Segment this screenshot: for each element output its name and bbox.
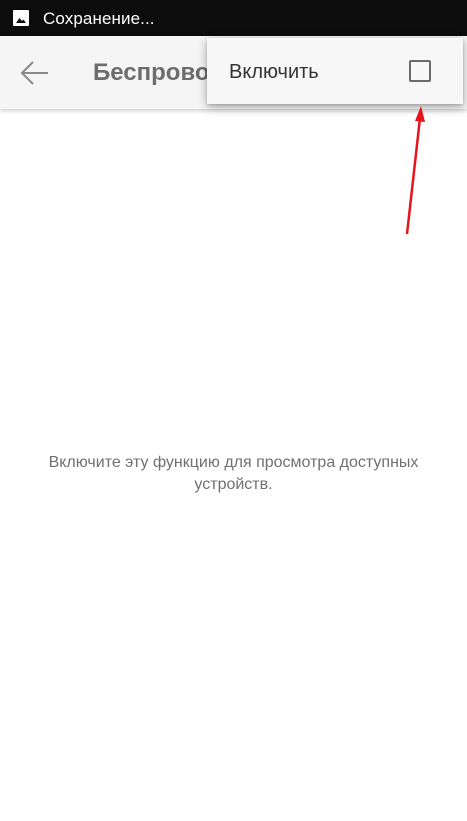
overflow-menu: Включить [207, 38, 463, 104]
arrow-left-icon [20, 61, 48, 85]
image-icon [13, 10, 29, 26]
status-text: Сохранение... [43, 9, 155, 28]
annotation-arrow-icon [405, 106, 425, 235]
back-button[interactable] [14, 54, 56, 92]
menu-item-label: Включить [229, 61, 319, 83]
empty-state-message: Включите эту функцию для просмотра досту… [48, 454, 419, 493]
enable-checkbox[interactable] [409, 60, 431, 82]
screen: Сохранение... Беспроводной дисплей Включ… [0, 0, 467, 821]
status-bar: Сохранение... [0, 0, 467, 36]
